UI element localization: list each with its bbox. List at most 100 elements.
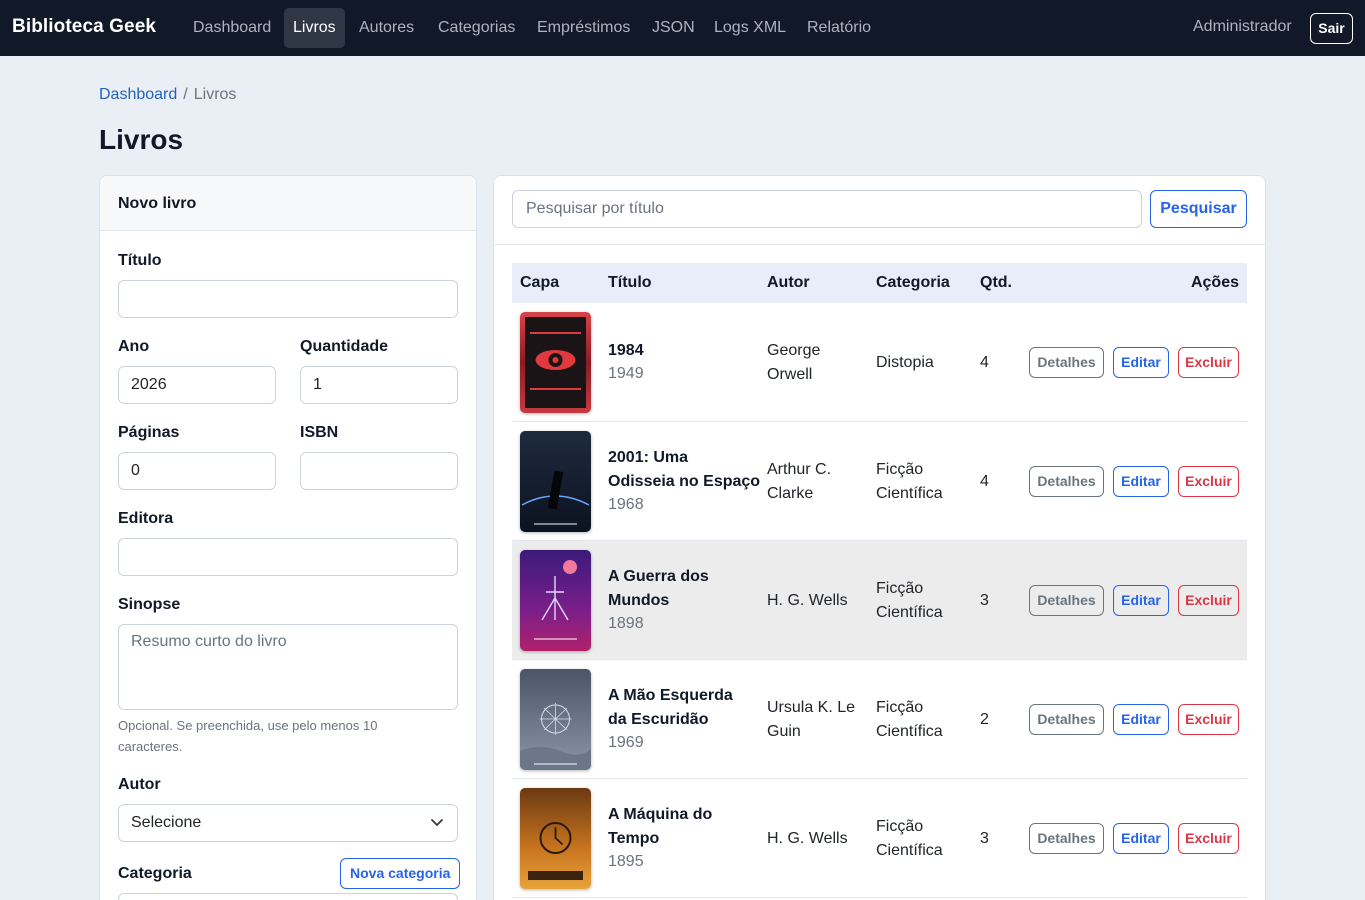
book-cover[interactable]: [520, 312, 591, 413]
nav-json[interactable]: JSON: [643, 8, 704, 48]
details-button[interactable]: Detalhes: [1029, 466, 1104, 497]
breadcrumb: Dashboard / Livros: [99, 86, 236, 104]
delete-button[interactable]: Excluir: [1178, 466, 1239, 497]
book-category: Ficção: [876, 461, 924, 478]
edit-button[interactable]: Editar: [1113, 704, 1169, 735]
nav-categorias[interactable]: Categorias: [429, 8, 524, 48]
delete-button[interactable]: Excluir: [1178, 585, 1239, 616]
autor-select-value: Selecione: [131, 814, 202, 831]
table-row: 2001: Uma Odisseia no Espaço 1968 Arthur…: [512, 422, 1247, 541]
top-navbar: Biblioteca Geek Dashboard Livros Autores…: [0, 0, 1365, 56]
titulo-input[interactable]: [118, 280, 458, 318]
nav-relatorio[interactable]: Relatório: [798, 8, 880, 48]
breadcrumb-home[interactable]: Dashboard: [99, 86, 177, 103]
breadcrumb-separator: /: [183, 86, 188, 103]
edit-button[interactable]: Editar: [1113, 347, 1169, 378]
quantidade-input[interactable]: 1: [300, 366, 458, 404]
brand-logo[interactable]: Biblioteca Geek: [12, 16, 156, 38]
book-title-2: Mundos: [608, 592, 670, 609]
titulo-label: Título: [118, 252, 162, 269]
delete-button[interactable]: Excluir: [1178, 704, 1239, 735]
logout-button[interactable]: Sair: [1310, 13, 1353, 44]
nova-categoria-button[interactable]: Nova categoria: [340, 858, 461, 889]
book-title: 2001: Uma: [608, 449, 689, 466]
nav-emprestimos[interactable]: Empréstimos: [528, 8, 639, 48]
edit-button[interactable]: Editar: [1113, 823, 1169, 854]
paginas-label: Páginas: [118, 424, 180, 441]
paginas-input[interactable]: 0: [118, 452, 276, 490]
table-row: A Mão Esquerda da Escuridão 1969 Ursula …: [512, 660, 1247, 779]
book-title-2: Odisseia no Espaço: [608, 473, 761, 490]
details-button[interactable]: Detalhes: [1029, 347, 1104, 378]
th-capa: Capa: [520, 274, 560, 291]
book-cover[interactable]: [520, 550, 591, 651]
book-author-2: Clarke: [767, 485, 814, 502]
ano-input[interactable]: 2026: [118, 366, 276, 404]
book-author: H. G. Wells: [767, 592, 848, 609]
book-author: Ursula K. Le: [767, 699, 856, 716]
book-qty: 4: [980, 473, 989, 490]
sinopse-help: Opcional. Se preenchida, use pelo menos …: [118, 718, 378, 754]
sinopse-label: Sinopse: [118, 596, 181, 613]
nav-dashboard[interactable]: Dashboard: [184, 8, 280, 48]
book-title: 1984: [608, 342, 644, 359]
book-author: Arthur C.: [767, 461, 832, 478]
edit-button[interactable]: Editar: [1113, 585, 1169, 616]
book-author: H. G. Wells: [767, 830, 848, 847]
book-category: Distopia: [876, 354, 934, 371]
nav-logs-xml[interactable]: Logs XML: [705, 8, 795, 48]
book-qty: 3: [980, 592, 989, 609]
book-category: Ficção: [876, 580, 924, 597]
books-list-card: Pesquisar por título Pesquisar Capa Títu…: [493, 175, 1266, 900]
categoria-label: Categoria: [118, 865, 192, 882]
details-button[interactable]: Detalhes: [1029, 823, 1104, 854]
breadcrumb-current: Livros: [193, 86, 237, 103]
book-author-2: Guin: [767, 723, 801, 740]
table-row: 1984 1949 George Orwell Distopia 4 Detal…: [512, 303, 1247, 422]
autor-label: Autor: [118, 776, 161, 793]
book-title: A Mão Esquerda: [608, 687, 733, 704]
ano-label: Ano: [118, 338, 150, 355]
delete-button[interactable]: Excluir: [1178, 823, 1239, 854]
book-category-2: Científica: [876, 485, 943, 502]
search-bar: Pesquisar por título Pesquisar: [494, 176, 1265, 245]
search-input[interactable]: Pesquisar por título: [512, 190, 1142, 228]
book-title: A Máquina do: [608, 806, 713, 823]
book-author: George: [767, 342, 821, 359]
book-title-2: Tempo: [608, 830, 660, 847]
edit-button[interactable]: Editar: [1113, 466, 1169, 497]
quantidade-label: Quantidade: [300, 338, 389, 355]
book-qty: 3: [980, 830, 989, 847]
book-cover[interactable]: [520, 431, 591, 532]
nav-autores[interactable]: Autores: [350, 8, 423, 48]
book-title: A Guerra dos: [608, 568, 709, 585]
autor-select[interactable]: Selecione: [118, 804, 458, 842]
th-categoria: Categoria: [876, 274, 950, 291]
new-book-form-card: Novo livro Título Ano 2026 Quantidade 1 …: [99, 175, 477, 900]
details-button[interactable]: Detalhes: [1029, 704, 1104, 735]
details-button[interactable]: Detalhes: [1029, 585, 1104, 616]
book-category: Ficção: [876, 818, 924, 835]
book-year: 1898: [608, 615, 644, 632]
nav-livros[interactable]: Livros: [284, 8, 345, 48]
cover-1984-image: [520, 312, 591, 413]
book-qty: 2: [980, 711, 989, 728]
delete-button[interactable]: Excluir: [1178, 347, 1239, 378]
book-cover[interactable]: [520, 788, 591, 889]
book-cover[interactable]: [520, 669, 591, 770]
table-row: A Guerra dos Mundos 1898 H. G. Wells Fic…: [512, 541, 1247, 660]
categoria-select[interactable]: [118, 893, 458, 900]
page-title: Livros: [99, 124, 184, 155]
cover-maquina-image: [520, 788, 591, 889]
th-autor: Autor: [767, 274, 810, 291]
isbn-input[interactable]: [300, 452, 458, 490]
table-row: A Máquina do Tempo 1895 H. G. Wells Ficç…: [512, 779, 1247, 898]
table-header: Capa Título Autor Categoria Qtd. Ações: [512, 263, 1247, 303]
book-category: Ficção: [876, 699, 924, 716]
cover-2001-image: [520, 431, 591, 532]
th-qtd: Qtd.: [980, 274, 1012, 291]
sinopse-textarea[interactable]: Resumo curto do livro: [118, 624, 458, 710]
book-title-2: da Escuridão: [608, 711, 709, 728]
editora-input[interactable]: [118, 538, 458, 576]
search-button[interactable]: Pesquisar: [1150, 190, 1247, 228]
